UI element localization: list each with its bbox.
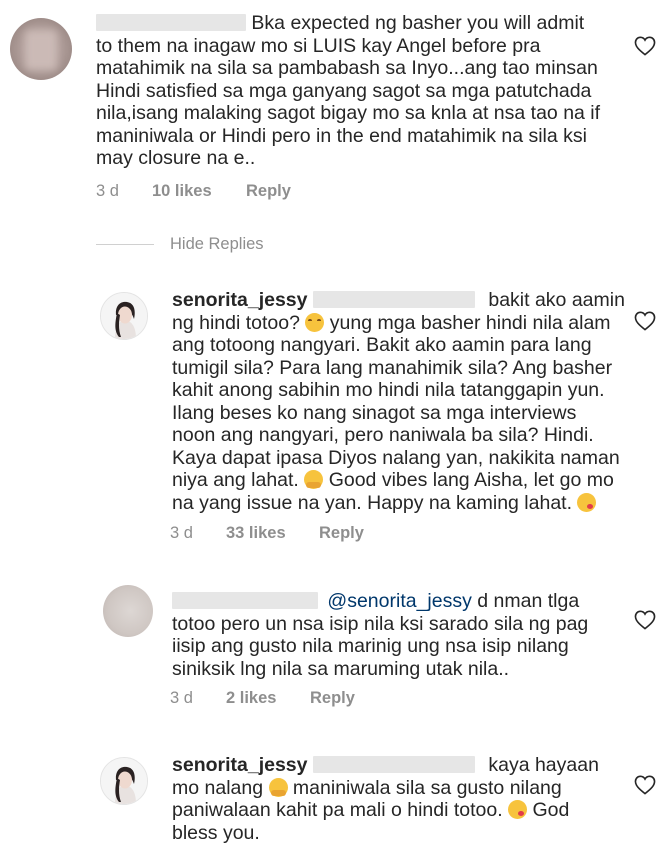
heart-icon[interactable]	[634, 610, 656, 630]
reply-button[interactable]: Reply	[246, 182, 291, 201]
timestamp: 3 d	[96, 182, 119, 200]
hugging-face-icon	[268, 777, 288, 797]
hugging-face-icon	[304, 470, 324, 489]
timestamp: 3 d	[170, 689, 193, 707]
comment-text: Bka expected ng basher you will admit to…	[96, 12, 601, 169]
heart-icon[interactable]	[634, 311, 656, 331]
username-link[interactable]: senorita_jessy	[172, 754, 308, 776]
reply-text: senorita_jessy kaya hayaan mo nalang man…	[172, 754, 599, 844]
likes-count[interactable]: 10 likes	[152, 182, 212, 201]
mention-link[interactable]: @senorita_jessy	[327, 590, 471, 612]
likes-count[interactable]: 33 likes	[226, 524, 286, 543]
reply-text: @senorita_jessy d nman tlga totoo pero u…	[172, 590, 589, 680]
redacted-mention	[312, 291, 475, 308]
username-link[interactable]: senorita_jessy	[172, 289, 308, 311]
timestamp: 3 d	[170, 524, 193, 542]
smiling-face-icon	[305, 312, 325, 332]
reply-text: senorita_jessy bakit ako aamin ng hindi …	[172, 289, 625, 514]
heart-icon[interactable]	[634, 775, 656, 795]
redacted-username	[172, 592, 318, 609]
redacted-mention	[312, 756, 475, 773]
heart-icon[interactable]	[634, 36, 656, 56]
divider	[96, 244, 154, 245]
face-blowing-kiss-icon	[577, 492, 597, 512]
profile-photo	[101, 758, 147, 804]
avatar[interactable]	[100, 292, 148, 340]
likes-count[interactable]: 2 likes	[226, 689, 276, 708]
reply-button[interactable]: Reply	[310, 689, 355, 708]
face-blowing-kiss-icon	[508, 800, 528, 819]
redacted-username	[96, 14, 246, 31]
reply-button[interactable]: Reply	[319, 524, 364, 543]
hide-replies-button[interactable]: Hide Replies	[170, 235, 264, 254]
avatar[interactable]	[10, 18, 72, 80]
profile-photo	[101, 293, 147, 339]
avatar[interactable]	[100, 757, 148, 805]
avatar[interactable]	[103, 585, 153, 637]
